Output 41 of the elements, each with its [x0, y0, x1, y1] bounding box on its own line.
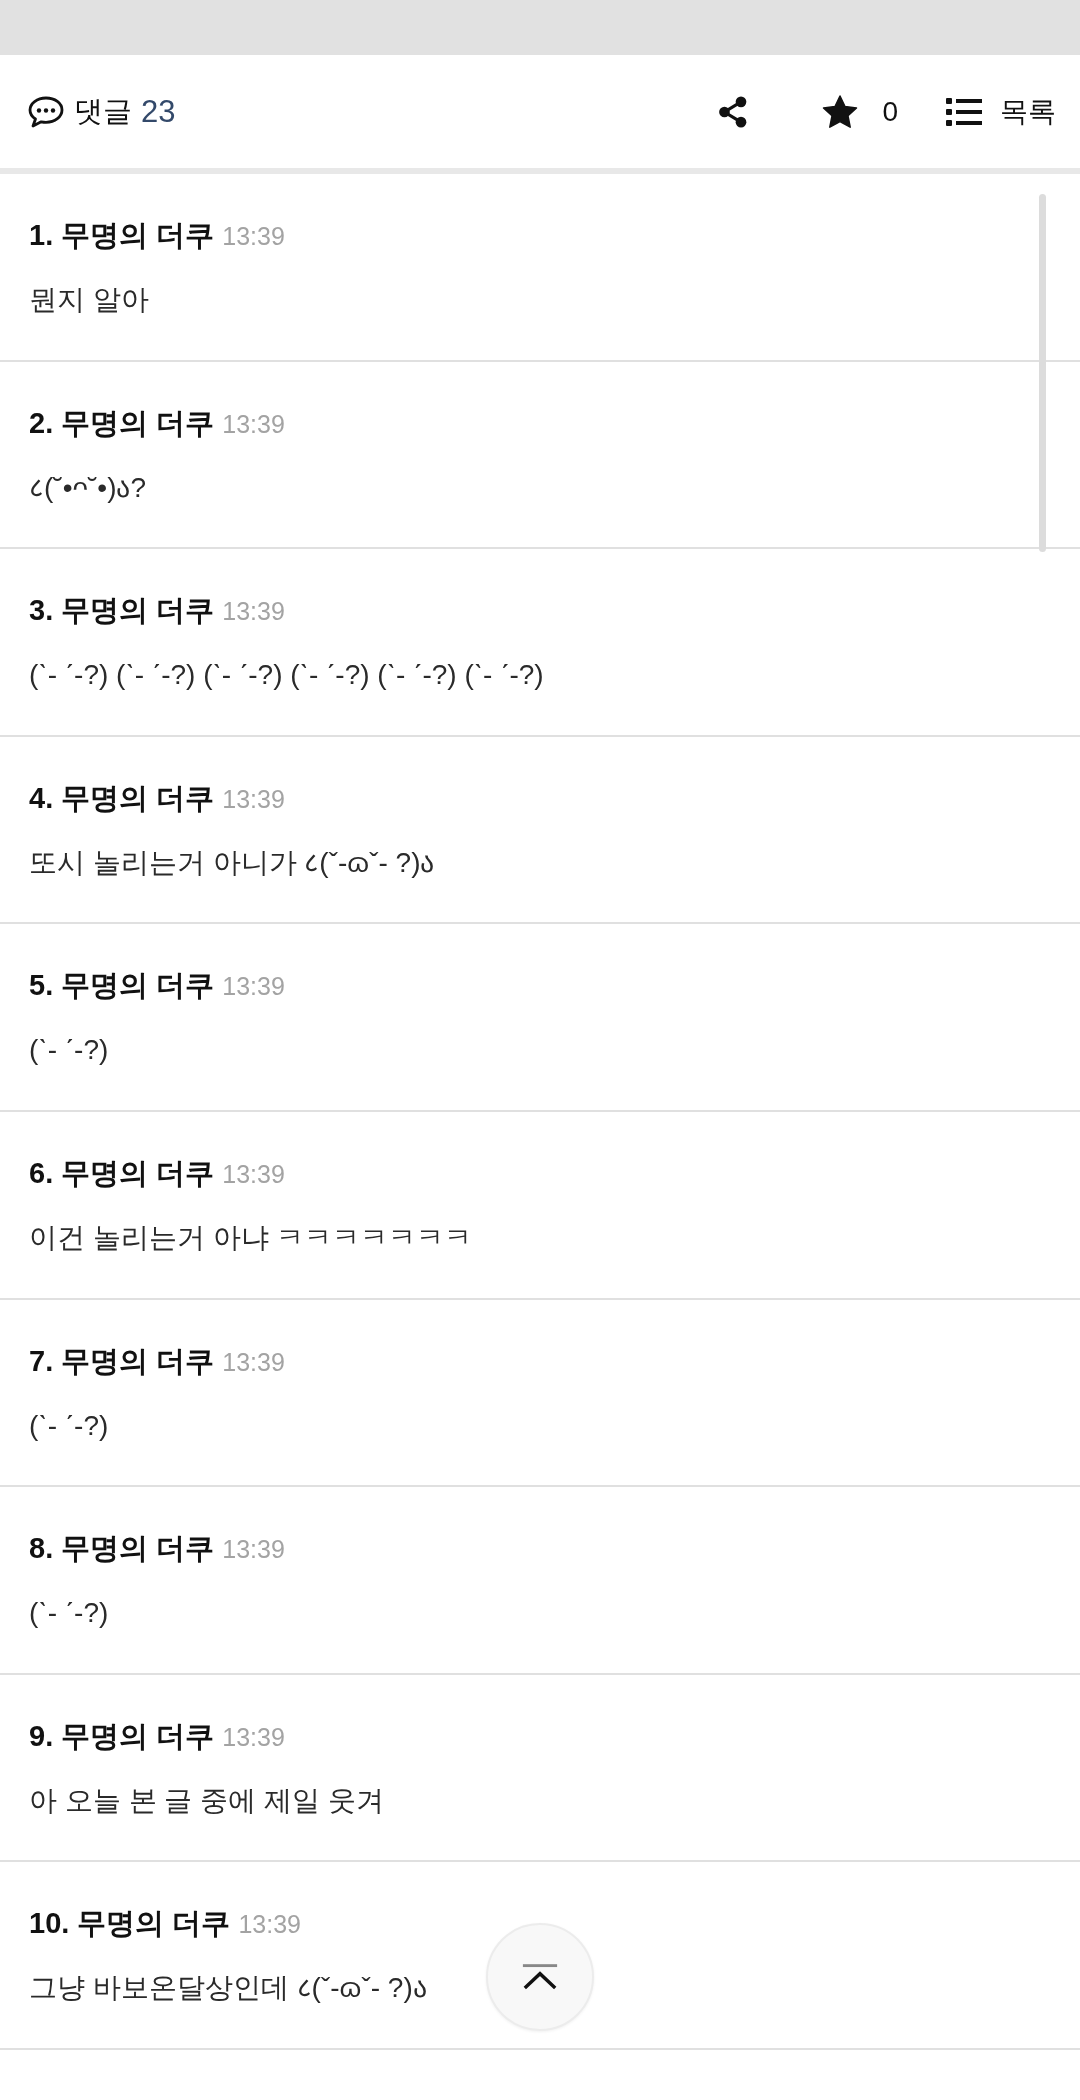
- comment-author: 3. 무명의 더쿠: [29, 593, 215, 629]
- comment-text: ८(˘•ᴖ˘•)ა?: [29, 470, 147, 505]
- comment-text: (ˋ- ˊ-?): [29, 1596, 109, 1631]
- comment-author: 9. 무명의 더쿠: [29, 1718, 215, 1754]
- list-icon: [946, 97, 982, 126]
- speech-bubble-icon: [28, 95, 64, 128]
- comment-text: (ˋ- ˊ-?) (ˋ- ˊ-?) (ˋ- ˊ-?) (ˋ- ˊ-?) (ˋ- ˊ-?) (ˋ- ˊ-?): [29, 658, 544, 693]
- comment-author: 1. 무명의 더쿠: [29, 218, 215, 253]
- comment-time: 13:39: [222, 1346, 285, 1378]
- comment-time: 13:39: [222, 1534, 285, 1566]
- scrollbar[interactable]: [1039, 194, 1046, 552]
- comment-text: 아 오늘 본 글 중에 제일 웃겨: [29, 1783, 384, 1818]
- comment-text: 이건 놀리는거 아냐 ㅋㅋㅋㅋㅋㅋㅋ: [29, 1220, 473, 1255]
- share-button[interactable]: [718, 95, 749, 128]
- comment-author: 6. 무명의 더쿠: [29, 1155, 215, 1191]
- comment-time: 13:39: [222, 596, 285, 628]
- comment-text: 뭔지 알아: [29, 283, 149, 317]
- comment-author: 2. 무명의 더쿠: [29, 405, 215, 441]
- comment-author: 8. 무명의 더쿠: [29, 1531, 215, 1567]
- comment-text: (ˋ- ˊ-?): [29, 1033, 109, 1068]
- comment-author: 5. 무명의 더쿠: [29, 968, 215, 1004]
- comment-time: 13:39: [222, 971, 285, 1003]
- comment-text: 또시 놀리는거 아니가 ८(ˇ-ɷˇ- ?)ა: [29, 845, 435, 880]
- comment-time: 13:39: [222, 783, 285, 815]
- comment-time: 13:39: [222, 1158, 285, 1190]
- list-button[interactable]: 목록: [946, 92, 1056, 131]
- comment-text: 그냥 바보온달상인데 ८(ˇ-ɷˇ- ?)ა: [29, 1971, 427, 2006]
- comment-author: 7. 무명의 더쿠: [29, 1343, 215, 1379]
- comment-time: 13:39: [222, 221, 285, 252]
- comment-text: (ˋ- ˊ-?): [29, 1408, 109, 1443]
- comment-time: 13:39: [222, 408, 285, 440]
- comment-author: 4. 무명의 더쿠: [29, 780, 215, 816]
- comments-label: 댓글: [74, 93, 132, 129]
- comment-count: 23: [141, 93, 176, 130]
- comment-time: 13:39: [238, 1909, 301, 1941]
- comment-time: 13:39: [222, 1721, 285, 1753]
- star-icon: [822, 94, 859, 129]
- comment-author: 10. 무명의 더쿠: [29, 1906, 231, 1942]
- star-button[interactable]: 0: [822, 94, 898, 129]
- share-icon: [718, 95, 749, 128]
- chevron-up-icon: [521, 1963, 559, 1991]
